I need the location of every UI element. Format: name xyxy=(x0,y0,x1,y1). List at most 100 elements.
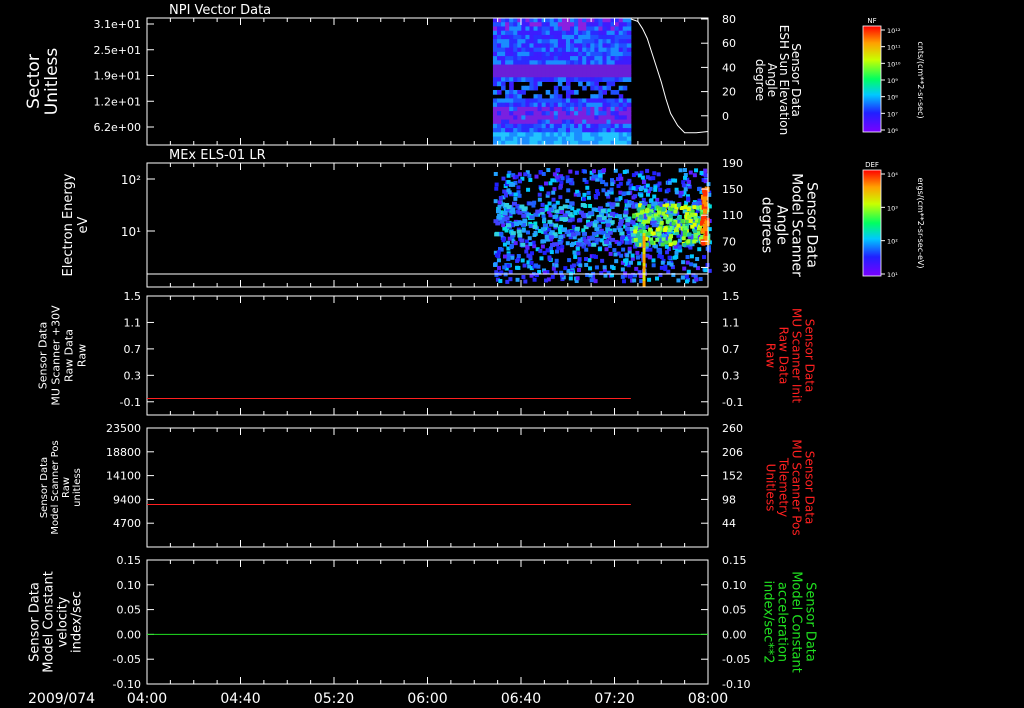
heat-cell xyxy=(614,18,620,23)
heat-cell xyxy=(576,192,581,197)
heat-cell xyxy=(666,188,671,193)
heat-cell xyxy=(529,22,535,27)
heat-cell xyxy=(550,178,555,183)
heat-cell xyxy=(574,119,579,125)
y-axis-label-right-line: MU Scanner Init xyxy=(789,308,803,403)
heat-cell xyxy=(570,56,575,61)
heat-cell xyxy=(610,119,616,125)
heat-cell xyxy=(503,193,508,198)
heat-cell xyxy=(521,47,526,53)
y-axis-label-right-line: degrees xyxy=(759,197,775,253)
heat-cell xyxy=(626,73,632,78)
heat-cell xyxy=(525,123,530,129)
heat-cell xyxy=(501,136,506,142)
heat-cell xyxy=(553,73,559,78)
heat-cell xyxy=(537,34,543,40)
heat-cell xyxy=(502,210,508,215)
heat-cell xyxy=(626,77,632,82)
heat-cell xyxy=(553,60,559,66)
heat-cell xyxy=(606,119,612,125)
heat-cell xyxy=(626,136,632,142)
heat-cell xyxy=(549,106,555,112)
heat-cell xyxy=(533,43,539,49)
heat-cell xyxy=(598,56,603,61)
heat-cell xyxy=(683,205,688,210)
heat-cell xyxy=(513,128,518,133)
heat-cell xyxy=(549,115,555,121)
heat-cell xyxy=(521,22,526,27)
heat-cell xyxy=(610,68,616,74)
heat-cell xyxy=(586,60,591,66)
heat-cell xyxy=(570,39,575,44)
y-tick-label-right: 0 xyxy=(722,110,729,123)
heat-cell xyxy=(525,119,530,125)
heat-cell xyxy=(676,278,681,283)
heat-cell xyxy=(533,85,539,91)
heat-cell xyxy=(533,119,539,125)
heat-cell xyxy=(633,194,638,199)
heat-cell xyxy=(626,47,632,53)
heat-cell xyxy=(557,132,563,138)
heat-cell xyxy=(606,85,612,91)
y-tick-label-left: 1.5 xyxy=(124,290,142,303)
heat-cell xyxy=(504,216,510,221)
heat-cell xyxy=(553,30,559,36)
heat-cell xyxy=(492,43,498,49)
heat-cell xyxy=(529,106,535,112)
heat-cell xyxy=(497,204,502,209)
heat-cell xyxy=(553,111,559,116)
heat-cell xyxy=(633,229,638,234)
heat-cell xyxy=(539,186,544,191)
heat-cell xyxy=(590,51,595,57)
heat-cell xyxy=(625,253,630,258)
heat-cell xyxy=(602,168,607,173)
y-axis-label-right: Sensor DataESH Sun ElevationAngledegree xyxy=(753,25,803,135)
heat-cell xyxy=(622,279,627,284)
heat-cell xyxy=(645,207,650,212)
heat-cell xyxy=(594,123,599,129)
heat-cell xyxy=(590,34,595,40)
heat-cell xyxy=(642,269,646,272)
heat-cell xyxy=(506,223,512,228)
colorbar-units-text: cnts/(cm**2-sr-sec) xyxy=(916,41,925,118)
heat-cell xyxy=(582,192,587,197)
y-axis-label-right: Sensor DataMU Scanner PosTelemetryUnitle… xyxy=(763,439,816,535)
heat-cell xyxy=(574,73,579,78)
heat-cell xyxy=(606,56,612,61)
heat-cell xyxy=(495,209,501,214)
heat-cell xyxy=(614,98,620,104)
heat-cell xyxy=(553,22,559,27)
heat-cell xyxy=(578,18,583,23)
heat-cell xyxy=(582,98,587,104)
heat-cell xyxy=(529,102,535,108)
heat-cell xyxy=(540,227,546,232)
heat-cell xyxy=(525,64,530,70)
heat-cell xyxy=(537,68,543,74)
heat-cell xyxy=(513,89,518,95)
heat-cell xyxy=(497,30,502,36)
heat-cell xyxy=(699,171,704,176)
heat-cell xyxy=(565,22,571,27)
heat-cell xyxy=(648,186,653,191)
y-tick-label-left: -0.05 xyxy=(113,653,141,666)
heat-cell xyxy=(537,123,543,129)
heat-cell xyxy=(678,168,683,173)
heat-cell xyxy=(545,34,551,40)
heat-cell xyxy=(590,123,595,129)
heat-cell xyxy=(541,34,547,40)
heat-cell xyxy=(501,115,506,121)
heat-cell xyxy=(515,258,520,263)
heat-cell xyxy=(535,209,541,214)
heat-cell xyxy=(501,128,506,133)
heat-cell xyxy=(521,275,526,280)
y-tick-label-right: 80 xyxy=(722,13,736,26)
heat-cell xyxy=(554,209,560,214)
heat-cell xyxy=(565,39,571,44)
heat-cell xyxy=(557,26,563,32)
heat-cell xyxy=(647,216,652,221)
heat-cell xyxy=(494,253,499,258)
heat-cell xyxy=(492,81,498,87)
heat-cell xyxy=(513,18,518,23)
heat-cell xyxy=(614,111,620,116)
heat-cell xyxy=(618,39,624,44)
